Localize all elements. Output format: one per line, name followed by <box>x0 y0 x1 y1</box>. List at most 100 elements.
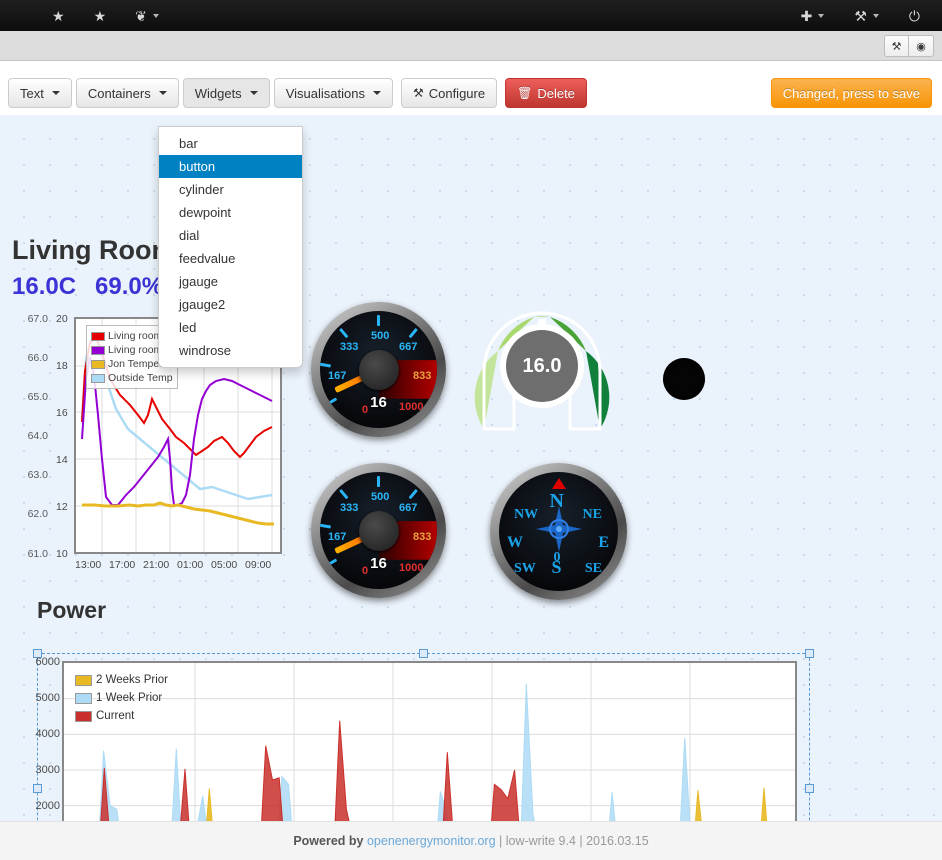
dial-value: 16 <box>370 394 387 411</box>
footer-sep-2: | <box>575 834 587 848</box>
delete-button[interactable]: 🗑 Delete <box>505 78 587 108</box>
resize-handle-ne[interactable] <box>805 649 814 658</box>
edit-wrench-button[interactable]: ⚒ <box>884 35 909 57</box>
editor-toolbar: Text Containers Widgets Visualisations ⚒… <box>0 74 942 115</box>
widgets-menu-item-jgauge[interactable]: jgauge <box>159 270 302 293</box>
y-left-tick: 63.0 <box>27 469 48 481</box>
trash-icon: 🗑 <box>517 86 533 100</box>
power-chart-plot-area: 2 Weeks Prior 1 Week Prior Current <box>62 661 797 821</box>
legend-label: Outside Temp <box>108 372 173 384</box>
dial-tick-label: 333 <box>340 341 359 353</box>
widgets-menu-item-bar[interactable]: bar <box>159 132 302 155</box>
widgets-label: Widgets <box>194 85 242 101</box>
chevron-down-icon <box>872 13 879 18</box>
top-navbar: ★ ★ ❦ ✚ ⚒ ⏻ <box>0 0 942 31</box>
dial-tick-label: 667 <box>399 502 418 514</box>
configure-button[interactable]: ⚒ Configure <box>400 78 498 108</box>
chevron-down-icon <box>51 91 60 95</box>
settings-menu[interactable]: ⚒ <box>854 9 879 23</box>
subbar-button-group: ⚒ ◉ <box>884 35 934 57</box>
compass-star-icon <box>535 505 582 552</box>
widgets-dropdown-button[interactable]: Widgets <box>182 78 270 108</box>
y-right-tick: 14 <box>56 454 68 466</box>
preview-eye-button[interactable]: ◉ <box>909 35 934 57</box>
legend-swatch <box>75 674 92 686</box>
x-tick: 17:00 <box>109 559 136 571</box>
chevron-down-icon <box>152 13 159 18</box>
legend-item: Current <box>75 707 168 725</box>
resize-handle-e[interactable] <box>805 784 814 793</box>
widgets-menu-item-windrose[interactable]: windrose <box>159 339 302 362</box>
led-widget[interactable] <box>663 358 705 400</box>
leaf-menu[interactable]: ❦ <box>135 9 159 23</box>
add-menu[interactable]: ✚ <box>801 9 825 23</box>
widgets-menu-item-feedvalue[interactable]: feedvalue <box>159 247 302 270</box>
star-icon-2[interactable]: ★ <box>94 9 107 23</box>
dial-tick-label: 833 <box>413 370 432 382</box>
readout-group: 16.0C 69.0% <box>12 273 163 301</box>
power-chart-svg <box>64 663 795 821</box>
dashboard-canvas[interactable]: Living Room 16.0C 69.0% Living room T Li… <box>0 115 942 821</box>
dial-gauge-top[interactable]: 167 333 500 667 833 1000 0 16 <box>311 302 446 437</box>
humidity-readout: 69.0% <box>95 273 164 300</box>
y-left-tick: 61.0 <box>27 548 48 560</box>
direction-label-e: E <box>598 534 609 551</box>
jgauge2-widget[interactable]: 16.0 <box>472 301 612 431</box>
y-tick: 6000 <box>35 656 60 668</box>
legend-label: Current <box>96 710 135 722</box>
legend-swatch <box>91 345 105 355</box>
dial-tick-label: 500 <box>371 491 390 503</box>
dial-gauge-bottom[interactable]: 167 333 500 667 833 1000 0 16 <box>311 463 446 598</box>
wrench-icon: ⚒ <box>854 7 867 24</box>
containers-dropdown-button[interactable]: Containers <box>75 78 179 108</box>
dial-tick <box>320 362 331 368</box>
dial-tick-label: 167 <box>328 370 347 382</box>
y-tick: 2000 <box>35 800 60 812</box>
legend-item: 1 Week Prior <box>75 689 168 707</box>
widgets-dropdown-menu[interactable]: bar button cylinder dewpoint dial feedvalue jg… <box>158 126 303 368</box>
dial-tick-label: 333 <box>340 502 359 514</box>
resize-handle-w[interactable] <box>33 784 42 793</box>
power-icon[interactable]: ⏻ <box>909 9 920 23</box>
widgets-menu-item-jgauge2[interactable]: jgauge2 <box>159 293 302 316</box>
visualisations-dropdown-button[interactable]: Visualisations <box>273 78 393 108</box>
widgets-menu-item-cylinder[interactable]: cylinder <box>159 178 302 201</box>
power-chart-legend: 2 Weeks Prior 1 Week Prior Current <box>75 671 168 725</box>
direction-label-ne: NE <box>582 507 602 522</box>
resize-handle-n[interactable] <box>418 649 428 658</box>
dial-value: 16 <box>370 555 387 572</box>
direction-label-nw: NW <box>514 507 539 522</box>
navbar-right-group: ✚ ⚒ ⏻ <box>801 9 920 23</box>
dial-tick-label: 167 <box>328 531 347 543</box>
containers-label: Containers <box>87 85 151 101</box>
windrose-north-arrow <box>551 478 566 489</box>
legend-swatch <box>91 359 105 369</box>
dial-face: 167 333 500 667 833 1000 0 16 <box>320 311 437 428</box>
x-tick: 13:00 <box>75 559 102 571</box>
widgets-menu-item-led[interactable]: led <box>159 316 302 339</box>
windrose-widget[interactable]: N NE E SE S SW W NW 0 <box>490 463 627 600</box>
widgets-menu-item-dewpoint[interactable]: dewpoint <box>159 201 302 224</box>
dial-tick <box>339 327 349 339</box>
legend-item: Outside Temp <box>91 371 173 385</box>
text-label: Text <box>20 85 44 101</box>
windrose-value: 0 <box>553 550 561 565</box>
direction-label-se: SE <box>584 561 602 576</box>
dial-tick-label: 833 <box>413 531 432 543</box>
x-tick: 09:00 <box>245 559 272 571</box>
dial-face: 167 333 500 667 833 1000 0 16 <box>320 472 437 589</box>
widgets-menu-item-button[interactable]: button <box>159 155 302 178</box>
y-left-tick: 64.0 <box>27 430 48 442</box>
power-chart-widget[interactable]: 2 Weeks Prior 1 Week Prior Current 6000 … <box>33 649 814 821</box>
x-tick: 01:00 <box>177 559 204 571</box>
footer-link[interactable]: openenergymonitor.org <box>367 834 496 848</box>
footer-date: 2016.03.15 <box>586 834 649 848</box>
widgets-menu-item-dial[interactable]: dial <box>159 224 302 247</box>
y-tick: 4000 <box>35 728 60 740</box>
living-room-heading: Living Room <box>12 235 176 265</box>
chevron-down-icon <box>372 91 381 95</box>
text-dropdown-button[interactable]: Text <box>8 78 72 108</box>
y-right-tick: 10 <box>56 548 68 560</box>
save-button[interactable]: Changed, press to save <box>770 78 932 108</box>
star-icon[interactable]: ★ <box>52 9 65 23</box>
